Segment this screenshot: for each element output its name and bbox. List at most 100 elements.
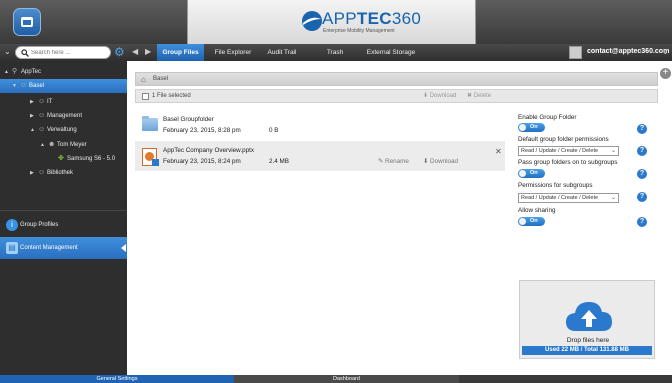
expand-icon[interactable]: ▶ (30, 166, 38, 180)
chevron-down-icon[interactable]: ⌄ (4, 47, 11, 56)
file-date: February 23, 2015, 8:24 pm (163, 158, 241, 165)
rename-button[interactable]: ✎ Rename (378, 158, 409, 165)
tab-external-storage[interactable]: External Storage (358, 44, 424, 61)
expand-icon[interactable]: ▲ (4, 65, 12, 79)
file-date: February 23, 2015, 8:28 pm (163, 127, 241, 134)
android-icon: ✤ (58, 155, 64, 162)
download-icon: ⬇ (423, 158, 429, 165)
back-arrow-icon[interactable]: ◀ (132, 47, 138, 56)
toggle-knob (519, 170, 526, 177)
help-icon[interactable]: ? (637, 124, 647, 134)
expand-icon[interactable]: ▲ (30, 123, 38, 137)
group-icon: ☺ (38, 112, 46, 119)
tab-trash[interactable]: Trash (318, 44, 352, 61)
help-icon[interactable]: ? (637, 217, 647, 227)
default-permissions-select[interactable]: Read / Update / Create / Delete ⌄ (518, 146, 619, 156)
sidebar-item-content-management[interactable]: ▤ Content Management (0, 237, 127, 259)
breadcrumb: ⌂ Basel (135, 72, 658, 86)
help-icon[interactable]: ? (637, 192, 647, 202)
gear-icon[interactable]: ⚙ (114, 46, 127, 59)
tree-item-tom-meyer[interactable]: ▲ ☻ Tom Meyer (0, 138, 127, 152)
storage-usage: Used 22 MB / Total 131.88 MB (522, 346, 652, 355)
chevron-down-icon: ⌄ (610, 195, 616, 201)
folder-icon (142, 116, 158, 131)
help-icon[interactable]: ? (637, 169, 647, 179)
add-icon[interactable]: + (660, 68, 671, 79)
subgroup-permissions-label: Permissions for subgroups (518, 182, 593, 189)
file-size: 0 B (269, 127, 279, 134)
logo-swoosh-icon (302, 11, 322, 31)
tree-item-basel[interactable]: ▼ ☺ Basel (0, 79, 127, 93)
file-name[interactable]: AppTec Company Overview.pptx (163, 147, 254, 154)
enable-group-folder-label: Enable Group Folder (518, 114, 577, 121)
file-drop-zone[interactable]: Drop files here Used 22 MB / Total 131.8… (519, 280, 655, 359)
select-all-checkbox[interactable] (142, 93, 149, 100)
logo-tagline: Enterprise Mobility Management (323, 28, 395, 34)
tab-group-files[interactable]: Group Files (157, 44, 204, 61)
selection-count: 1 File selected (152, 93, 191, 99)
user-icon: ☻ (48, 141, 56, 148)
group-icon: ☺ (38, 98, 46, 105)
active-pointer-icon (121, 244, 126, 252)
avatar[interactable] (569, 46, 582, 59)
group-icon: ☺ (20, 82, 28, 89)
toolbar-delete-button[interactable]: ✖ Delete (467, 92, 491, 99)
tree-item-bibliothek[interactable]: ▶ ☺ Bibliothek (0, 166, 127, 180)
chevron-down-icon: ⌄ (610, 148, 616, 154)
tree-item-verwaltung[interactable]: ▲ ☺ Verwaltung (0, 123, 127, 137)
org-icon: ⚲ (12, 68, 18, 75)
file-name[interactable]: Basel Groupfolder (163, 116, 214, 123)
pencil-icon: ✎ (378, 158, 384, 165)
allow-sharing-toggle[interactable]: On (518, 217, 545, 226)
top-header: APPTEC360 Enterprise Mobility Management (0, 0, 672, 44)
default-permissions-label: Default group folder permissions (518, 136, 609, 143)
download-icon: ⬇ (423, 93, 429, 99)
toolbar-download-button[interactable]: ⬇ Download (423, 92, 456, 99)
pass-subgroups-toggle[interactable]: On (518, 169, 545, 178)
breadcrumb-item[interactable]: Basel (153, 76, 168, 82)
sidebar: ▲ ⚲ AppTec ▼ ☺ Basel ▶ ☺ IT ▶ ☺ Management ▲ ☺ Ver… (0, 61, 127, 383)
subgroup-permissions-select[interactable]: Read / Update / Create / Delete ⌄ (518, 193, 619, 203)
help-icon[interactable]: ? (637, 146, 647, 156)
file-toolbar: 1 File selected ⬇ Download ✖ Delete (135, 89, 658, 103)
allow-sharing-label: Allow sharing (518, 207, 556, 214)
bottom-bar: General Settings Dashboard (0, 375, 672, 383)
pass-subgroups-label: Pass group folders on to subgroups (518, 159, 618, 166)
tree-item-samsung-s6[interactable]: ✤ Samsung S6 - 5.0 (0, 152, 127, 166)
general-settings-button[interactable]: General Settings (0, 375, 234, 383)
file-size: 2.4 MB (269, 158, 289, 165)
cloud-upload-icon (566, 302, 612, 331)
home-icon[interactable]: ⌂ (141, 75, 146, 84)
toggle-knob (519, 124, 526, 131)
enable-group-folder-toggle[interactable]: On (518, 123, 545, 132)
app-menu-icon[interactable] (13, 8, 41, 36)
group-icon: ☺ (38, 126, 46, 133)
close-icon[interactable]: ✕ (495, 147, 502, 156)
group-icon: ☺ (38, 169, 46, 176)
tab-file-explorer[interactable]: File Explorer (206, 44, 260, 61)
user-email[interactable]: contact@apptec360.com (587, 48, 669, 55)
toggle-knob (519, 218, 526, 225)
file-row[interactable]: AppTec Company Overview.pptx February 23… (135, 141, 505, 171)
tree-item-it[interactable]: ▶ ☺ IT (0, 95, 127, 109)
expand-icon[interactable]: ▼ (12, 79, 20, 93)
dashboard-button[interactable]: Dashboard (234, 375, 459, 383)
brand-logo: APPTEC360 Enterprise Mobility Management (187, 0, 476, 44)
chevron-down-icon[interactable]: ⌄ (662, 47, 669, 56)
tree-item-apptec[interactable]: ▲ ⚲ AppTec (0, 65, 127, 79)
search-icon (21, 49, 29, 57)
tab-audit-trail[interactable]: Audit Trail (262, 44, 302, 61)
sidebar-item-group-profiles[interactable]: i Group Profiles (0, 214, 127, 236)
forward-arrow-icon[interactable]: ▶ (145, 47, 151, 56)
drop-files-label: Drop files here (566, 337, 610, 344)
search-box[interactable] (15, 46, 111, 59)
expand-icon[interactable]: ▶ (30, 95, 38, 109)
expand-icon[interactable]: ▲ (40, 138, 48, 152)
search-input[interactable] (31, 48, 107, 58)
tree-item-management[interactable]: ▶ ☺ Management (0, 109, 127, 123)
file-checkbox[interactable] (152, 159, 159, 166)
info-icon: i (6, 219, 18, 231)
file-row[interactable]: Basel Groupfolder February 23, 2015, 8:2… (135, 110, 505, 140)
download-button[interactable]: ⬇ Download (423, 158, 458, 165)
expand-icon[interactable]: ▶ (30, 109, 38, 123)
